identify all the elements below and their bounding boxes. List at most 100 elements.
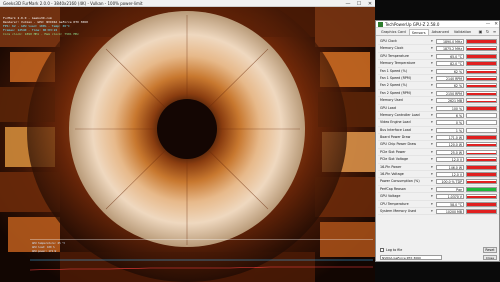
sensor-graph-fill bbox=[467, 136, 496, 140]
sensor-name: Fan 2 Speed (RPM) bbox=[380, 90, 411, 95]
minimize-button[interactable]: — bbox=[345, 1, 351, 7]
sensor-row: Fan 1 Speed (%) ▾ 62 % bbox=[378, 68, 499, 75]
dropdown-arrow-icon[interactable]: ▾ bbox=[431, 90, 433, 97]
dropdown-arrow-icon[interactable]: ▾ bbox=[431, 119, 433, 126]
dropdown-arrow-icon[interactable]: ▾ bbox=[431, 164, 433, 171]
tab-advanced[interactable]: Advanced bbox=[430, 29, 451, 35]
dropdown-arrow-icon[interactable]: ▾ bbox=[431, 193, 433, 200]
menu-icon[interactable]: ≡ bbox=[492, 29, 497, 34]
sensor-graph bbox=[466, 112, 497, 118]
sensor-name: 16-Pin Voltage bbox=[380, 172, 404, 177]
sensor-value: 58.0 °C bbox=[436, 201, 464, 207]
sensor-value: 120.0 W bbox=[436, 142, 464, 148]
sensor-row: GPU Voltage ▾ 1.0370 V bbox=[378, 193, 499, 201]
sensor-value: 2150 RPM bbox=[436, 90, 464, 96]
sensor-row: 16-Pin Voltage ▾ 12.0 V bbox=[378, 171, 499, 179]
sensor-value: 1875.2 MHz bbox=[436, 46, 464, 52]
dropdown-arrow-icon[interactable]: ▾ bbox=[431, 186, 433, 193]
sensor-row: System Memory Used ▾ 10200 MB bbox=[378, 208, 499, 216]
dropdown-arrow-icon[interactable]: ▾ bbox=[431, 134, 433, 141]
refresh-icon[interactable]: ↻ bbox=[485, 29, 490, 34]
sensor-graph-fill bbox=[467, 78, 496, 80]
sensor-row: Memory Used ▾ 2621 MB bbox=[378, 97, 499, 105]
pupil-shape bbox=[157, 99, 217, 159]
sensor-row: GPU Chip Power Draw ▾ 120.0 W bbox=[378, 141, 499, 149]
sensor-graph-fill bbox=[467, 210, 496, 213]
furmark-titlebar[interactable]: Geeks3D FurMark 2.0.0 - 3840x2160 (4K) -… bbox=[0, 0, 375, 7]
sensor-graph bbox=[466, 142, 497, 148]
minimize-button[interactable]: — bbox=[486, 22, 491, 27]
dropdown-arrow-icon[interactable]: ▾ bbox=[431, 68, 433, 75]
tab-validation[interactable]: Validation bbox=[452, 29, 473, 35]
dropdown-arrow-icon[interactable]: ▾ bbox=[431, 112, 433, 119]
sensor-row: PCIe Slot Power ▾ 25.0 W bbox=[378, 149, 499, 157]
sensor-row: CPU Temperature ▾ 58.0 °C bbox=[378, 201, 499, 208]
sensor-graph bbox=[466, 90, 497, 96]
gpu-select-dropdown[interactable]: NVIDIA GeForce RTX 3060 bbox=[380, 255, 442, 260]
gpuz-title: TechPowerUp GPU-Z 2.58.0 bbox=[385, 22, 440, 27]
dropdown-arrow-icon[interactable]: ▾ bbox=[431, 82, 433, 89]
dropdown-arrow-icon[interactable]: ▾ bbox=[431, 38, 433, 45]
dropdown-arrow-icon[interactable]: ▾ bbox=[431, 149, 433, 156]
sensor-value: 2621 MB bbox=[436, 98, 464, 104]
sensor-graph bbox=[466, 164, 497, 170]
dropdown-arrow-icon[interactable]: ▾ bbox=[431, 105, 433, 112]
dropdown-arrow-icon[interactable]: ▾ bbox=[431, 156, 433, 163]
dropdown-arrow-icon[interactable]: ▾ bbox=[431, 201, 433, 208]
sensor-graph bbox=[466, 186, 497, 192]
close-button[interactable]: ✕ bbox=[367, 1, 373, 7]
dropdown-arrow-icon[interactable]: ▾ bbox=[431, 178, 433, 185]
close-button[interactable]: ✕ bbox=[494, 22, 498, 27]
sensor-row: Memory Temperature ▾ 82.0 °C bbox=[378, 60, 499, 68]
sensor-graph-fill bbox=[467, 165, 496, 169]
tab-sensors[interactable]: Sensors bbox=[408, 29, 429, 35]
sensor-value: 65.0 °C bbox=[436, 53, 464, 59]
sensor-name: CPU Temperature bbox=[380, 201, 409, 206]
dropdown-arrow-icon[interactable]: ▾ bbox=[431, 45, 433, 52]
dropdown-arrow-icon[interactable]: ▾ bbox=[431, 141, 433, 148]
gpuz-titlebar[interactable]: TechPowerUp GPU-Z 2.58.0 — ✕ bbox=[376, 21, 499, 28]
sensor-value: 100.0 % TDP bbox=[436, 179, 464, 185]
sensor-graph bbox=[466, 46, 497, 52]
sensor-value: Pwr bbox=[436, 186, 464, 192]
sensor-value: 62 % bbox=[436, 68, 464, 74]
sensor-name: Memory Clock bbox=[380, 46, 404, 51]
sensor-name: GPU Voltage bbox=[380, 194, 401, 199]
sensor-row: GPU Clock ▾ 1890.0 MHz bbox=[378, 38, 499, 46]
sensor-value: 1890.0 MHz bbox=[436, 39, 464, 44]
sensor-value: 171.0 W bbox=[436, 135, 464, 141]
sensor-row: Fan 1 Speed (RPM) ▾ 2140 RPM bbox=[378, 75, 499, 83]
log-to-file[interactable]: Log to file bbox=[380, 248, 402, 252]
camera-icon[interactable]: ▣ bbox=[478, 29, 483, 34]
dropdown-arrow-icon[interactable]: ▾ bbox=[431, 171, 433, 178]
close-gpuz-button[interactable]: Close bbox=[483, 255, 497, 260]
render-scene: FurMark 2.0.0 - Geeks3D.com Renderer: Vu… bbox=[0, 7, 375, 282]
log-to-file-checkbox[interactable] bbox=[380, 248, 384, 252]
dropdown-arrow-icon[interactable]: ▾ bbox=[431, 60, 433, 67]
sensor-name: 16-Pin Power bbox=[380, 164, 402, 169]
sensor-graph-fill bbox=[467, 47, 496, 51]
sensor-value: 10200 MB bbox=[436, 208, 464, 214]
sensor-row: Board Power Draw ▾ 171.0 W bbox=[378, 134, 499, 142]
sensor-row: Bus Interface Load ▾ 1 % bbox=[378, 127, 499, 135]
tab-graphics-card[interactable]: Graphics Card bbox=[379, 29, 408, 35]
dropdown-arrow-icon[interactable]: ▾ bbox=[431, 97, 433, 104]
sensor-graph bbox=[466, 194, 497, 200]
furmark-window: Geeks3D FurMark 2.0.0 - 3840x2160 (4K) -… bbox=[0, 0, 375, 282]
reset-button[interactable]: Reset bbox=[483, 247, 497, 253]
sensor-value: 0 % bbox=[436, 120, 464, 126]
sensor-graph-fill bbox=[467, 92, 496, 95]
sensor-graph bbox=[466, 201, 497, 207]
maximize-button[interactable]: ☐ bbox=[356, 1, 362, 7]
sensor-graph-fill bbox=[467, 101, 496, 103]
dropdown-arrow-icon[interactable]: ▾ bbox=[431, 127, 433, 134]
sensor-graph-fill bbox=[467, 62, 496, 66]
sensor-value: 2140 RPM bbox=[436, 75, 464, 81]
sensor-name: System Memory Used bbox=[380, 208, 417, 213]
dropdown-arrow-icon[interactable]: ▾ bbox=[431, 208, 433, 215]
dropdown-arrow-icon[interactable]: ▾ bbox=[431, 53, 433, 60]
dropdown-arrow-icon[interactable]: ▾ bbox=[431, 75, 433, 82]
sensor-row: Memory Controller Load ▾ 6 % bbox=[378, 112, 499, 120]
sensor-row: Video Engine Load ▾ 0 % bbox=[378, 119, 499, 127]
sensor-name: Memory Used bbox=[380, 98, 403, 103]
